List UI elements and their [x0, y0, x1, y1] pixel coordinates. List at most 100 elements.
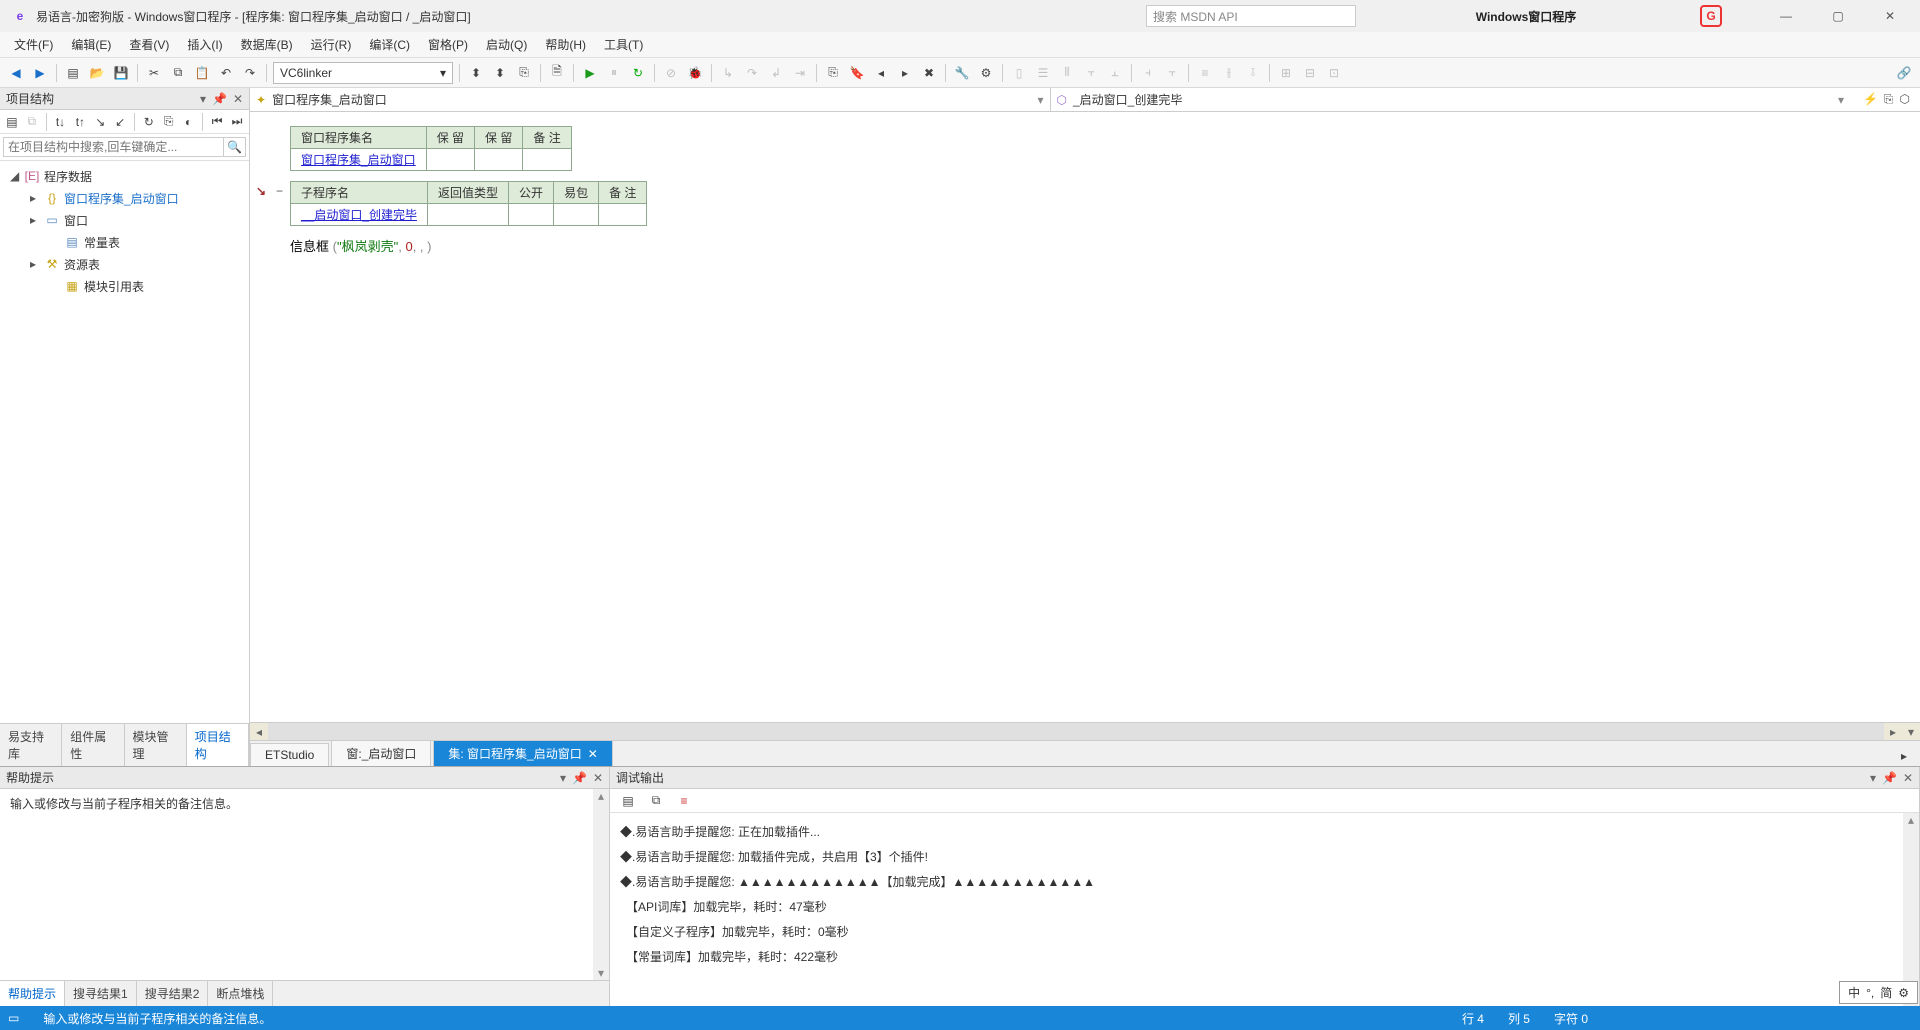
- bookmark-prev-icon[interactable]: ◂: [871, 63, 891, 83]
- scroll-right-icon[interactable]: ▸: [1884, 723, 1902, 740]
- menu-start[interactable]: 启动(Q): [486, 36, 527, 53]
- collapse-icon[interactable]: ◢: [10, 169, 20, 183]
- tab-more-icon[interactable]: ▸: [1894, 746, 1914, 766]
- h-scrollbar[interactable]: ◂ ▸ ▾: [250, 722, 1920, 740]
- size1-icon[interactable]: ≡: [1195, 63, 1215, 83]
- tb-icon[interactable]: ▤: [4, 112, 20, 132]
- build-icon[interactable]: ⬍: [466, 63, 486, 83]
- bookmark-icon[interactable]: 🔖: [847, 63, 867, 83]
- scroll-more-icon[interactable]: ▾: [1902, 723, 1920, 740]
- bookmark-clear-icon[interactable]: ✖: [919, 63, 939, 83]
- tb-icon[interactable]: ⎘: [161, 112, 177, 132]
- close-icon[interactable]: ✕: [593, 771, 603, 785]
- copy-icon[interactable]: ⧉: [646, 791, 666, 811]
- linker-combo[interactable]: VC6linker▾: [273, 62, 453, 84]
- undo-icon[interactable]: ↶: [216, 63, 236, 83]
- dist1-icon[interactable]: ⫞: [1138, 63, 1158, 83]
- breakpoint-arrow-icon[interactable]: ↘: [256, 184, 266, 198]
- bookmark-add-icon[interactable]: ⎘: [823, 63, 843, 83]
- tb-icon[interactable]: ↙: [112, 112, 128, 132]
- scroll-left-icon[interactable]: ◂: [250, 723, 268, 740]
- tab-breakpoints[interactable]: 断点堆栈: [208, 981, 273, 1006]
- code-line[interactable]: 信息框 ("枫岚剥壳", 0, , ): [290, 236, 1920, 255]
- chevron-down-icon[interactable]: ▾: [1037, 93, 1043, 107]
- tb-last-icon[interactable]: ⏭: [229, 112, 245, 132]
- menu-run[interactable]: 运行(R): [311, 36, 352, 53]
- tree-item[interactable]: ▸ {} 窗口程序集_启动窗口: [0, 187, 249, 209]
- v-scrollbar[interactable]: ▴▾: [593, 789, 609, 980]
- align4-icon[interactable]: ⫟: [1081, 63, 1101, 83]
- grid2-icon[interactable]: ⊟: [1300, 63, 1320, 83]
- doc-icon[interactable]: 🗎: [547, 63, 567, 83]
- close-button[interactable]: ✕: [1876, 6, 1904, 26]
- tb-icon[interactable]: t↑: [72, 112, 88, 132]
- menu-help[interactable]: 帮助(H): [545, 36, 586, 53]
- menu-pane[interactable]: 窗格(P): [428, 36, 468, 53]
- size3-icon[interactable]: ⫱: [1243, 63, 1263, 83]
- menu-tools[interactable]: 工具(T): [604, 36, 643, 53]
- tb-icon[interactable]: ↻: [141, 112, 157, 132]
- nav-forward-icon[interactable]: ▶: [30, 63, 50, 83]
- tb-icon[interactable]: ↘: [92, 112, 108, 132]
- cut-icon[interactable]: ✂: [144, 63, 164, 83]
- build3-icon[interactable]: ⎘: [514, 63, 534, 83]
- size2-icon[interactable]: ⫲: [1219, 63, 1239, 83]
- menu-file[interactable]: 文件(F): [14, 36, 53, 53]
- tool-icon[interactable]: ⬡: [1900, 92, 1910, 111]
- tab-class[interactable]: 集: 窗口程序集_启动窗口 ✕: [433, 740, 612, 766]
- tree-item[interactable]: ▦ 模块引用表: [0, 275, 249, 297]
- build2-icon[interactable]: ⬍: [490, 63, 510, 83]
- tb-first-icon[interactable]: ⏮: [209, 112, 225, 132]
- step-out-icon[interactable]: ↲: [766, 63, 786, 83]
- tb-icon[interactable]: ◐: [181, 112, 197, 132]
- gitee-icon[interactable]: G: [1700, 5, 1722, 27]
- tab-props[interactable]: 组件属性: [62, 724, 124, 766]
- sub-name-cell[interactable]: __启动窗口_创建完毕: [291, 204, 428, 226]
- tab-window[interactable]: 窗:_启动窗口: [331, 740, 431, 766]
- align2-icon[interactable]: ☰: [1033, 63, 1053, 83]
- search-icon[interactable]: 🔍: [224, 137, 246, 157]
- maximize-button[interactable]: ▢: [1824, 6, 1852, 26]
- menu-insert[interactable]: 插入(I): [187, 36, 222, 53]
- tab-search1[interactable]: 搜寻结果1: [65, 981, 137, 1006]
- tab-help[interactable]: 帮助提示: [0, 981, 65, 1006]
- link-icon[interactable]: 🔗: [1894, 63, 1914, 83]
- grid1-icon[interactable]: ⊞: [1276, 63, 1296, 83]
- new-icon[interactable]: ▤: [63, 63, 83, 83]
- expand-icon[interactable]: ▸: [30, 213, 40, 227]
- wrench-icon[interactable]: 🔧: [952, 63, 972, 83]
- tab-structure[interactable]: 项目结构: [187, 724, 249, 766]
- nav-back-icon[interactable]: ◀: [6, 63, 26, 83]
- breadcrumb-right[interactable]: ⬡ _启动窗口_创建完毕 ▾: [1051, 88, 1851, 111]
- v-scrollbar[interactable]: ▴▾: [1903, 813, 1919, 1006]
- ime-indicator[interactable]: 中 °, 简 ⚙: [1839, 981, 1918, 1004]
- pin-icon[interactable]: 📌: [212, 92, 227, 106]
- redo-icon[interactable]: ↷: [240, 63, 260, 83]
- run-to-icon[interactable]: ⇥: [790, 63, 810, 83]
- menu-compile[interactable]: 编译(C): [369, 36, 410, 53]
- tab-support[interactable]: 易支持库: [0, 724, 62, 766]
- tb-icon[interactable]: ⧉: [24, 112, 40, 132]
- menu-view[interactable]: 查看(V): [129, 36, 169, 53]
- fold-minus-icon[interactable]: −: [276, 184, 283, 198]
- tab-etstudio[interactable]: ETStudio: [250, 743, 329, 766]
- step-over-icon[interactable]: ↷: [742, 63, 762, 83]
- menu-edit[interactable]: 编辑(E): [71, 36, 111, 53]
- pin-icon[interactable]: 📌: [572, 771, 587, 785]
- tool-icon[interactable]: ⚡: [1863, 92, 1878, 111]
- dropdown-icon[interactable]: ▾: [1870, 771, 1876, 785]
- chevron-down-icon[interactable]: ▾: [1838, 93, 1844, 107]
- gear-icon[interactable]: ⚙: [1898, 986, 1909, 1000]
- dropdown-icon[interactable]: ▾: [200, 92, 206, 106]
- restart-icon[interactable]: ↻: [628, 63, 648, 83]
- grid3-icon[interactable]: ⊡: [1324, 63, 1344, 83]
- tree-root[interactable]: ◢ [E] 程序数据: [0, 165, 249, 187]
- bug-icon[interactable]: 🐞: [685, 63, 705, 83]
- save-icon[interactable]: 💾: [111, 63, 131, 83]
- bookmark-next-icon[interactable]: ▸: [895, 63, 915, 83]
- close-tab-icon[interactable]: ✕: [588, 747, 598, 761]
- dropdown-icon[interactable]: ▾: [560, 771, 566, 785]
- class-name-cell[interactable]: 窗口程序集_启动窗口: [291, 149, 427, 171]
- close-icon[interactable]: ✕: [233, 92, 243, 106]
- pin-icon[interactable]: 📌: [1882, 771, 1897, 785]
